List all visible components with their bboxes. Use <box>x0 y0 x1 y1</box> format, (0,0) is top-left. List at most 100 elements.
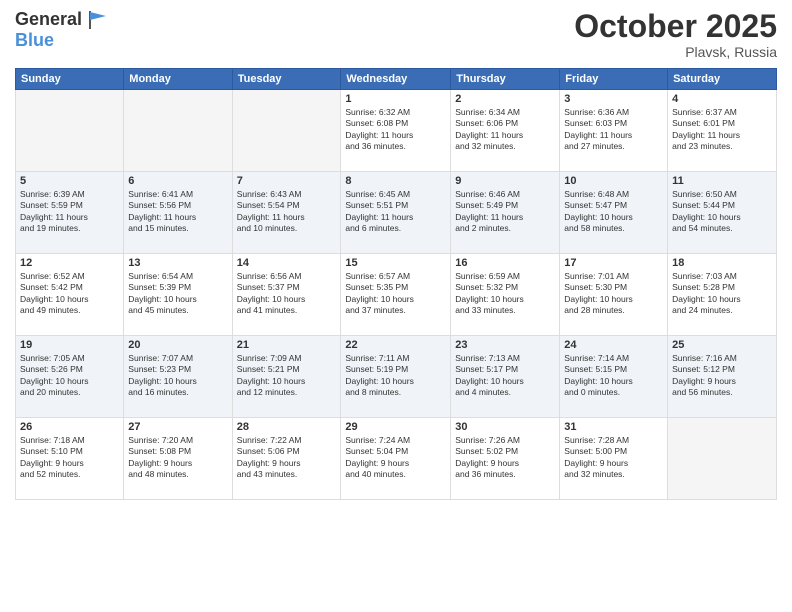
day-info: Sunrise: 7:14 AM Sunset: 5:15 PM Dayligh… <box>564 353 663 399</box>
table-row: 29Sunrise: 7:24 AM Sunset: 5:04 PM Dayli… <box>341 418 451 500</box>
day-number: 7 <box>237 175 337 187</box>
table-row: 6Sunrise: 6:41 AM Sunset: 5:56 PM Daylig… <box>124 172 232 254</box>
day-number: 27 <box>128 421 227 433</box>
table-row: 11Sunrise: 6:50 AM Sunset: 5:44 PM Dayli… <box>668 172 777 254</box>
day-info: Sunrise: 7:24 AM Sunset: 5:04 PM Dayligh… <box>345 435 446 481</box>
table-row: 31Sunrise: 7:28 AM Sunset: 5:00 PM Dayli… <box>560 418 668 500</box>
col-thursday: Thursday <box>451 69 560 90</box>
month-title: October 2025 <box>574 10 777 42</box>
table-row: 3 Sunrise: 6:36 AM Sunset: 6:03 PM Daylig… <box>560 90 668 172</box>
day-number: 10 <box>564 175 663 187</box>
day-number: 24 <box>564 339 663 351</box>
day-number: 2 <box>455 93 555 105</box>
col-tuesday: Tuesday <box>232 69 341 90</box>
day-info: Sunrise: 7:05 AM Sunset: 5:26 PM Dayligh… <box>20 353 119 399</box>
day-info: Sunrise: 6:45 AM Sunset: 5:51 PM Dayligh… <box>345 189 446 235</box>
table-row: 12Sunrise: 6:52 AM Sunset: 5:42 PM Dayli… <box>16 254 124 336</box>
table-row: 30Sunrise: 7:26 AM Sunset: 5:02 PM Dayli… <box>451 418 560 500</box>
table-row <box>668 418 777 500</box>
title-section: October 2025 Plavsk, Russia <box>574 10 777 60</box>
location: Plavsk, Russia <box>574 44 777 60</box>
day-number: 30 <box>455 421 555 433</box>
day-info: Sunrise: 7:09 AM Sunset: 5:21 PM Dayligh… <box>237 353 337 399</box>
table-row: 21 Sunrise: 7:09 AM Sunset: 5:21 PM Dayli… <box>232 336 341 418</box>
day-number: 8 <box>345 175 446 187</box>
day-number: 3 <box>564 93 663 105</box>
day-info: Sunrise: 6:57 AM Sunset: 5:35 PM Dayligh… <box>345 271 446 317</box>
table-row: 24 Sunrise: 7:14 AM Sunset: 5:15 PM Dayli… <box>560 336 668 418</box>
day-info: Sunrise: 7:03 AM Sunset: 5:28 PM Dayligh… <box>672 271 772 317</box>
day-number: 18 <box>672 257 772 269</box>
day-info: Sunrise: 6:54 AM Sunset: 5:39 PM Dayligh… <box>128 271 227 317</box>
table-row: 19Sunrise: 7:05 AM Sunset: 5:26 PM Dayli… <box>16 336 124 418</box>
day-number: 22 <box>345 339 446 351</box>
col-sunday: Sunday <box>16 69 124 90</box>
day-number: 9 <box>455 175 555 187</box>
table-row: 15 Sunrise: 6:57 AM Sunset: 5:35 PM Dayli… <box>341 254 451 336</box>
calendar-week-row: 1Sunrise: 6:32 AM Sunset: 6:08 PM Daylig… <box>16 90 777 172</box>
table-row <box>16 90 124 172</box>
table-row: 20Sunrise: 7:07 AM Sunset: 5:23 PM Dayli… <box>124 336 232 418</box>
table-row: 2 Sunrise: 6:34 AM Sunset: 6:06 PM Daylig… <box>451 90 560 172</box>
day-number: 5 <box>20 175 119 187</box>
table-row: 18 Sunrise: 7:03 AM Sunset: 5:28 PM Dayli… <box>668 254 777 336</box>
day-number: 14 <box>237 257 337 269</box>
day-info: Sunrise: 6:34 AM Sunset: 6:06 PM Dayligh… <box>455 107 555 153</box>
col-wednesday: Wednesday <box>341 69 451 90</box>
table-row: 23 Sunrise: 7:13 AM Sunset: 5:17 PM Dayli… <box>451 336 560 418</box>
calendar-header-row: Sunday Monday Tuesday Wednesday Thursday… <box>16 69 777 90</box>
table-row <box>232 90 341 172</box>
day-info: Sunrise: 7:11 AM Sunset: 5:19 PM Dayligh… <box>345 353 446 399</box>
table-row: 27 Sunrise: 7:20 AM Sunset: 5:08 PM Dayli… <box>124 418 232 500</box>
table-row: 5 Sunrise: 6:39 AM Sunset: 5:59 PM Daylig… <box>16 172 124 254</box>
header: General Blue October 2025 Plavsk, Russia <box>15 10 777 60</box>
day-info: Sunrise: 7:01 AM Sunset: 5:30 PM Dayligh… <box>564 271 663 317</box>
logo: General Blue <box>15 10 110 50</box>
day-info: Sunrise: 7:22 AM Sunset: 5:06 PM Dayligh… <box>237 435 337 481</box>
day-info: Sunrise: 6:48 AM Sunset: 5:47 PM Dayligh… <box>564 189 663 235</box>
logo-general-text: General <box>15 9 82 29</box>
table-row: 7 Sunrise: 6:43 AM Sunset: 5:54 PM Daylig… <box>232 172 341 254</box>
day-number: 11 <box>672 175 772 187</box>
calendar-week-row: 26 Sunrise: 7:18 AM Sunset: 5:10 PM Dayli… <box>16 418 777 500</box>
table-row <box>124 90 232 172</box>
day-number: 23 <box>455 339 555 351</box>
table-row: 14 Sunrise: 6:56 AM Sunset: 5:37 PM Dayli… <box>232 254 341 336</box>
day-info: Sunrise: 7:13 AM Sunset: 5:17 PM Dayligh… <box>455 353 555 399</box>
logo-flag-icon <box>88 11 110 29</box>
day-number: 21 <box>237 339 337 351</box>
table-row: 13 Sunrise: 6:54 AM Sunset: 5:39 PM Dayli… <box>124 254 232 336</box>
table-row: 26 Sunrise: 7:18 AM Sunset: 5:10 PM Dayli… <box>16 418 124 500</box>
day-info: Sunrise: 7:20 AM Sunset: 5:08 PM Dayligh… <box>128 435 227 481</box>
table-row: 9 Sunrise: 6:46 AM Sunset: 5:49 PM Daylig… <box>451 172 560 254</box>
day-number: 31 <box>564 421 663 433</box>
day-info: Sunrise: 7:18 AM Sunset: 5:10 PM Dayligh… <box>20 435 119 481</box>
calendar-week-row: 19Sunrise: 7:05 AM Sunset: 5:26 PM Dayli… <box>16 336 777 418</box>
day-info: Sunrise: 6:43 AM Sunset: 5:54 PM Dayligh… <box>237 189 337 235</box>
day-info: Sunrise: 6:39 AM Sunset: 5:59 PM Dayligh… <box>20 189 119 235</box>
table-row: 16Sunrise: 6:59 AM Sunset: 5:32 PM Dayli… <box>451 254 560 336</box>
col-monday: Monday <box>124 69 232 90</box>
calendar-table: Sunday Monday Tuesday Wednesday Thursday… <box>15 68 777 500</box>
day-info: Sunrise: 7:07 AM Sunset: 5:23 PM Dayligh… <box>128 353 227 399</box>
table-row: 1Sunrise: 6:32 AM Sunset: 6:08 PM Daylig… <box>341 90 451 172</box>
day-number: 17 <box>564 257 663 269</box>
table-row: 4Sunrise: 6:37 AM Sunset: 6:01 PM Daylig… <box>668 90 777 172</box>
table-row: 22 Sunrise: 7:11 AM Sunset: 5:19 PM Dayli… <box>341 336 451 418</box>
day-info: Sunrise: 6:36 AM Sunset: 6:03 PM Dayligh… <box>564 107 663 153</box>
day-number: 1 <box>345 93 446 105</box>
day-number: 25 <box>672 339 772 351</box>
table-row: 10 Sunrise: 6:48 AM Sunset: 5:47 PM Dayli… <box>560 172 668 254</box>
logo-blue-text: Blue <box>15 30 54 50</box>
calendar-week-row: 5 Sunrise: 6:39 AM Sunset: 5:59 PM Daylig… <box>16 172 777 254</box>
day-number: 26 <box>20 421 119 433</box>
day-info: Sunrise: 6:56 AM Sunset: 5:37 PM Dayligh… <box>237 271 337 317</box>
day-info: Sunrise: 6:59 AM Sunset: 5:32 PM Dayligh… <box>455 271 555 317</box>
day-number: 12 <box>20 257 119 269</box>
page: General Blue October 2025 Plavsk, Russia… <box>0 0 792 612</box>
day-number: 15 <box>345 257 446 269</box>
day-info: Sunrise: 6:46 AM Sunset: 5:49 PM Dayligh… <box>455 189 555 235</box>
day-number: 13 <box>128 257 227 269</box>
table-row: 25Sunrise: 7:16 AM Sunset: 5:12 PM Dayli… <box>668 336 777 418</box>
day-number: 6 <box>128 175 227 187</box>
